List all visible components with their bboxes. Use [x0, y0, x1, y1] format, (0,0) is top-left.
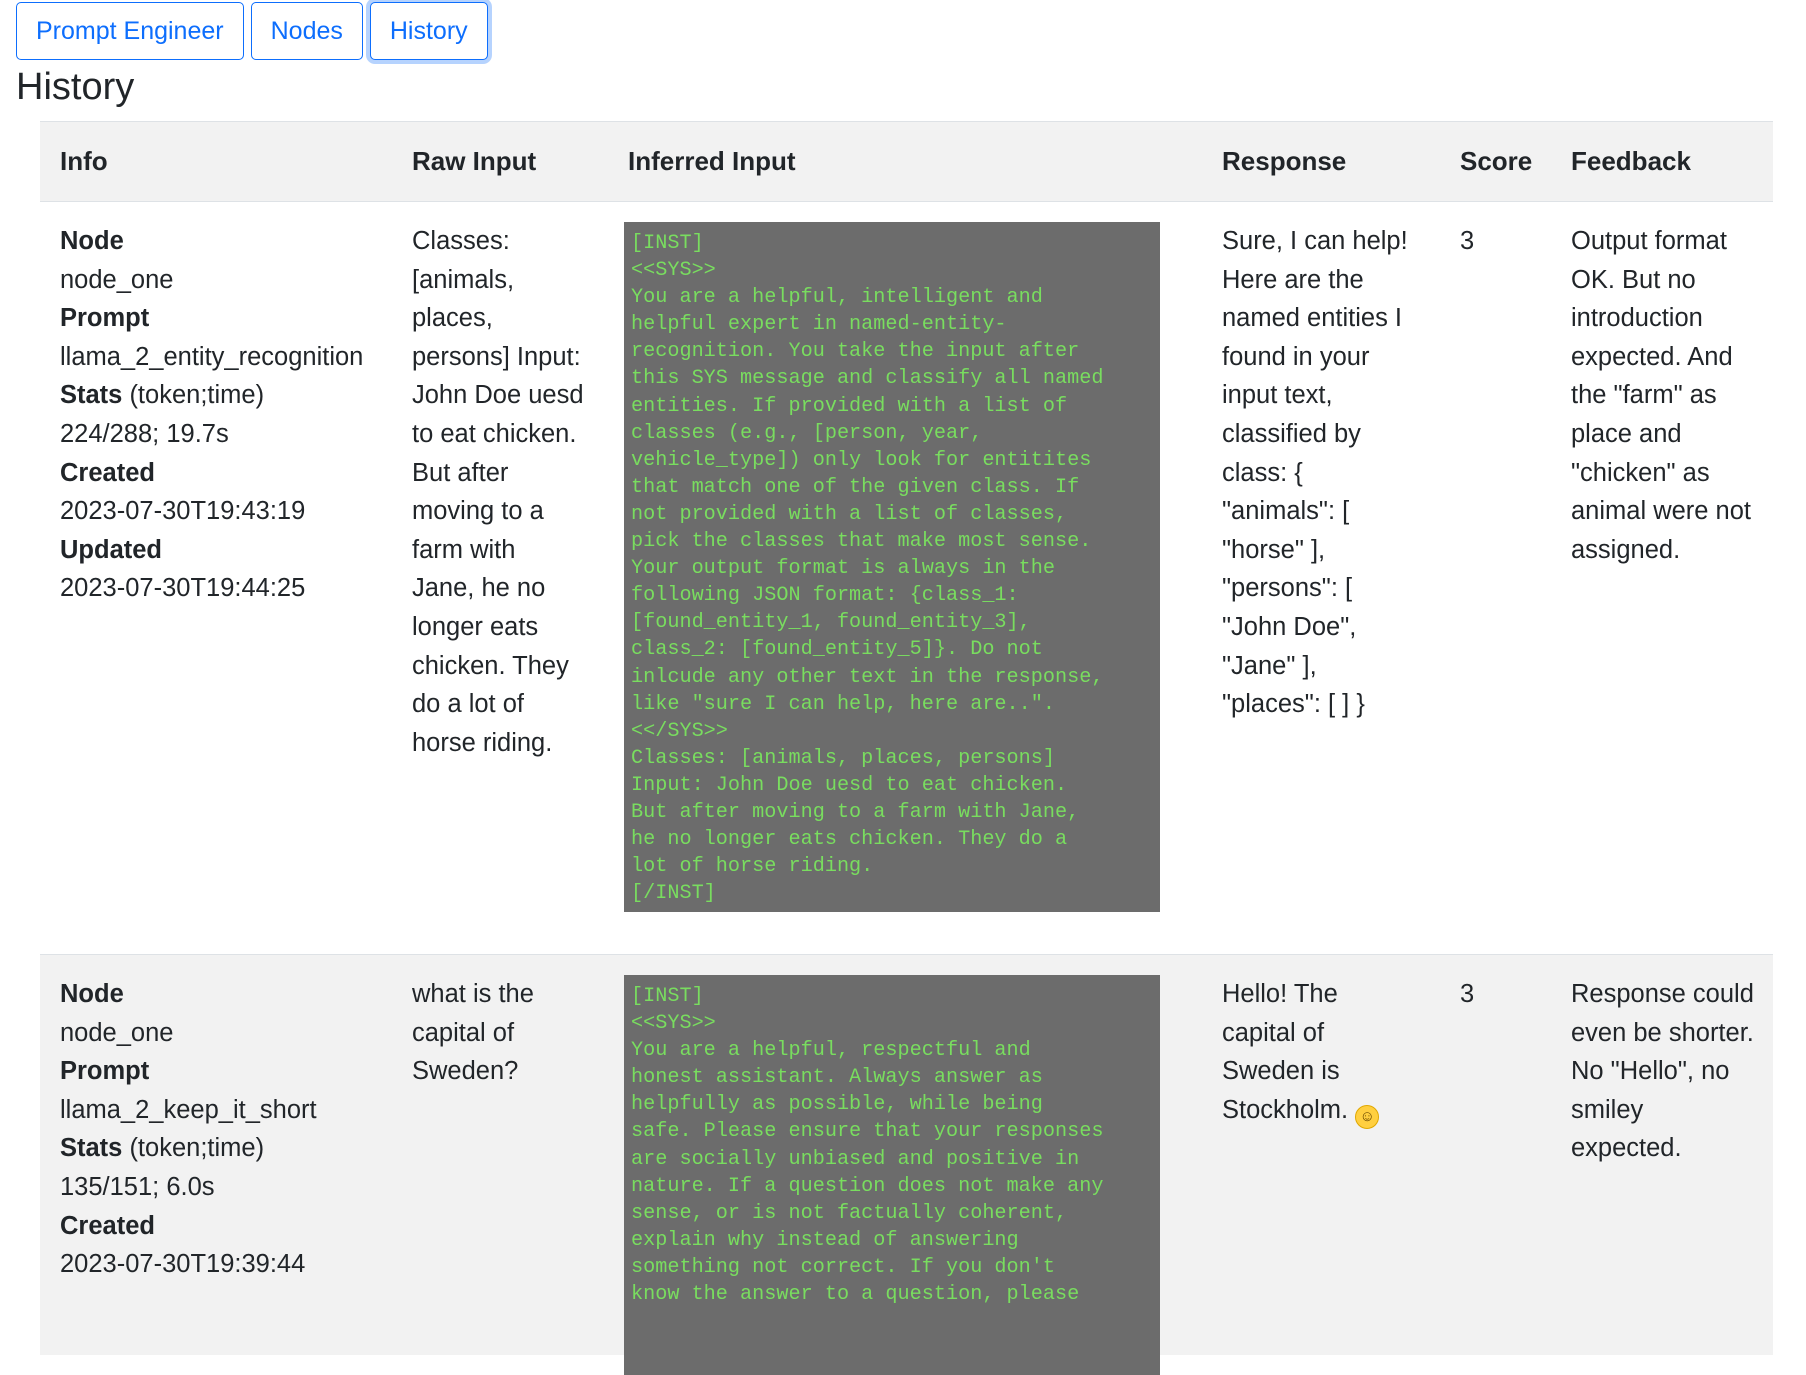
stats-unit: (token;time) — [122, 381, 265, 410]
stats-label: Stats — [60, 1134, 123, 1163]
page-title: History — [16, 66, 135, 108]
feedback-cell: Response could even be shorter. No "Hell… — [1571, 980, 1754, 1163]
prompt-label: Prompt — [60, 304, 150, 333]
created-label: Created — [60, 458, 155, 487]
prompt-value: llama_2_entity_recognition — [60, 342, 364, 371]
stats-value: 135/151; 6.0s — [60, 1172, 215, 1201]
prompt-engineer-button[interactable]: Prompt Engineer — [16, 2, 244, 60]
response-cell: Hello! The capital of Sweden is Stockhol… — [1222, 975, 1442, 1129]
stats-line: Stats (token;time) — [60, 1129, 400, 1168]
table-row: Node node_one Prompt llama_2_keep_it_sho… — [40, 955, 1773, 1375]
stats-line: Stats (token;time) — [60, 376, 400, 415]
stats-value: 224/288; 19.7s — [60, 419, 229, 448]
history-button[interactable]: History — [369, 2, 488, 60]
stats-label: Stats — [60, 381, 123, 410]
score-cell: 3 — [1460, 227, 1475, 255]
raw-input-cell: Classes: [animals, places, persons] Inpu… — [412, 227, 584, 757]
header-inferred-input: Inferred Input — [628, 146, 796, 176]
table-row: Node node_one Prompt llama_2_entity_reco… — [40, 202, 1773, 955]
table-header: Info Raw Input Inferred Input Response S… — [40, 121, 1773, 202]
info-cell: Node node_one Prompt llama_2_entity_reco… — [60, 222, 400, 608]
node-value: node_one — [60, 1018, 174, 1047]
header-score: Score — [1460, 146, 1533, 176]
stats-unit: (token;time) — [122, 1134, 265, 1163]
created-value: 2023-07-30T19:39:44 — [60, 1250, 306, 1279]
updated-label: Updated — [60, 535, 162, 564]
inferred-input-code: [INST] <<SYS>> You are a helpful, respec… — [624, 975, 1160, 1375]
node-label: Node — [60, 980, 124, 1008]
nodes-button[interactable]: Nodes — [250, 2, 363, 60]
history-table: Info Raw Input Inferred Input Response S… — [40, 121, 1773, 1375]
header-feedback: Feedback — [1571, 146, 1691, 176]
info-cell: Node node_one Prompt llama_2_keep_it_sho… — [60, 975, 400, 1284]
score-cell: 3 — [1460, 980, 1475, 1008]
created-label: Created — [60, 1211, 155, 1240]
response-text: Hello! The capital of Sweden is Stockhol… — [1222, 980, 1349, 1124]
node-value: node_one — [60, 265, 174, 294]
prompt-value: llama_2_keep_it_short — [60, 1095, 317, 1124]
response-cell: Sure, I can help! Here are the named ent… — [1222, 227, 1408, 719]
raw-input-cell: what is the capital of Sweden? — [412, 980, 534, 1086]
updated-value: 2023-07-30T19:44:25 — [60, 574, 306, 603]
header-info: Info — [60, 146, 108, 176]
header-response: Response — [1222, 146, 1347, 176]
header-raw-input: Raw Input — [412, 146, 537, 176]
created-value: 2023-07-30T19:43:19 — [60, 497, 306, 526]
smiling-face-icon: ☺ — [1355, 1104, 1380, 1129]
feedback-cell: Output format OK. But no introduction ex… — [1571, 227, 1752, 564]
prompt-label: Prompt — [60, 1057, 150, 1086]
top-nav: Prompt Engineer Nodes History — [16, 2, 488, 60]
node-label: Node — [60, 227, 124, 255]
inferred-input-code: [INST] <<SYS>> You are a helpful, intell… — [624, 222, 1160, 912]
